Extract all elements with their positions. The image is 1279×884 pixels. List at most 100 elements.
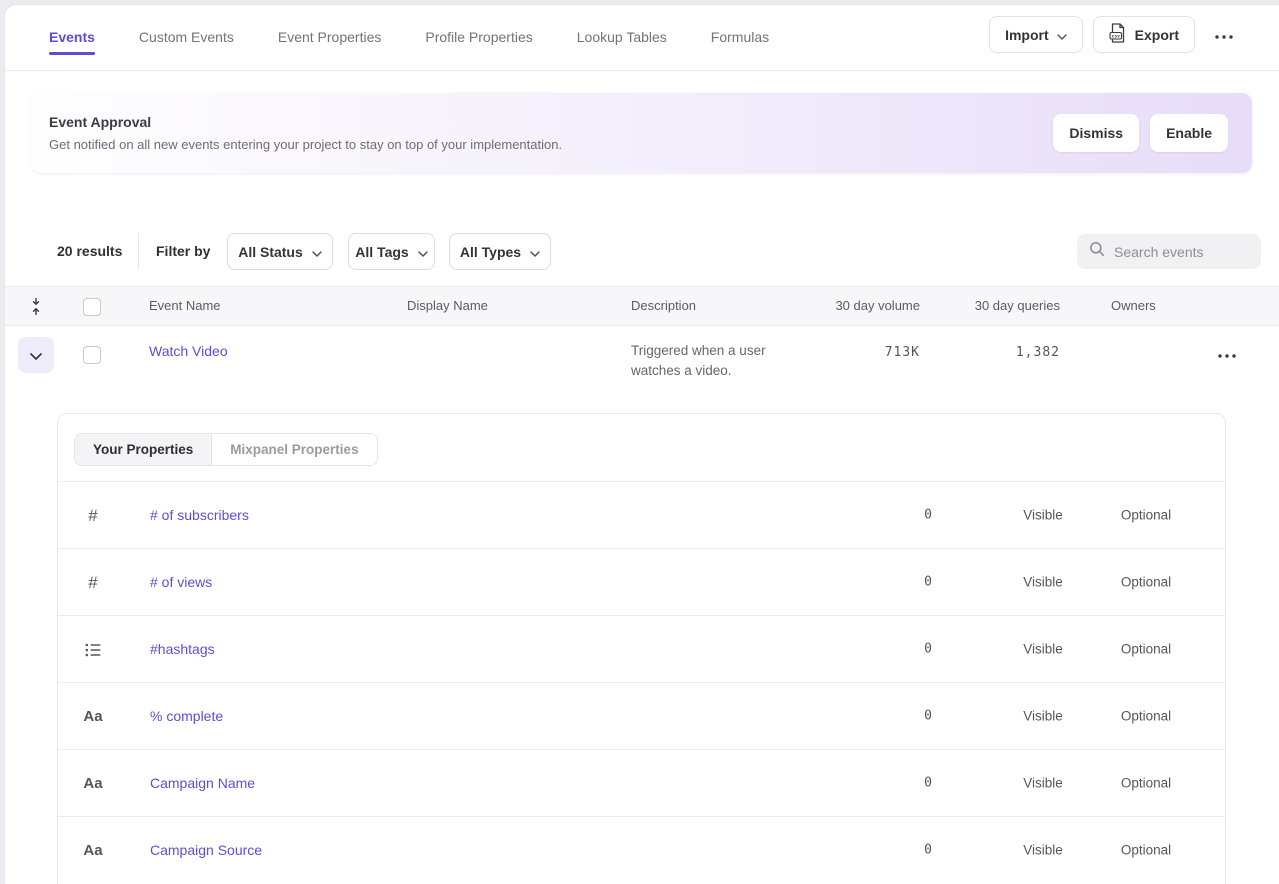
event-volume-value: 713K — [885, 345, 920, 360]
filter-bar: 20 results Filter by All Status All Tags… — [5, 233, 1279, 270]
property-requirement[interactable]: Optional — [1116, 843, 1176, 858]
column-30-day-volume: 30 day volume — [835, 287, 920, 325]
chevron-down-icon — [312, 244, 322, 260]
lexicon-tabs: Events Custom Events Event Properties Pr… — [49, 29, 769, 55]
property-visibility[interactable]: Visible — [1013, 575, 1073, 590]
property-requirement[interactable]: Optional — [1116, 575, 1176, 590]
property-queries: 0 — [924, 776, 933, 791]
collapse-all-icon[interactable] — [30, 298, 42, 315]
tab-your-properties[interactable]: Your Properties — [75, 434, 212, 465]
column-owners: Owners — [1111, 287, 1156, 325]
ellipsis-icon — [1218, 346, 1236, 361]
property-queries: 0 — [924, 709, 933, 724]
tab-profile-properties[interactable]: Profile Properties — [425, 29, 532, 55]
property-visibility[interactable]: Visible — [1013, 776, 1073, 791]
tab-lookup-tables[interactable]: Lookup Tables — [577, 29, 667, 55]
types-filter-dropdown[interactable]: All Types — [449, 233, 551, 270]
property-visibility[interactable]: Visible — [1013, 642, 1073, 657]
list-type-icon — [81, 616, 105, 683]
tags-filter-dropdown[interactable]: All Tags — [348, 233, 435, 270]
tab-event-properties-label: Event Properties — [278, 29, 382, 45]
tab-formulas[interactable]: Formulas — [711, 29, 769, 55]
text-type-icon: Aa — [81, 683, 105, 750]
ellipsis-icon — [1215, 27, 1233, 42]
tab-event-properties[interactable]: Event Properties — [278, 29, 382, 55]
tab-custom-events[interactable]: Custom Events — [139, 29, 234, 55]
property-queries: 0 — [924, 843, 933, 858]
property-visibility[interactable]: Visible — [1013, 709, 1073, 724]
tab-custom-events-label: Custom Events — [139, 29, 234, 45]
search-input[interactable] — [1114, 244, 1244, 260]
types-filter-label: All Types — [460, 244, 521, 260]
collapse-row-button[interactable] — [18, 337, 54, 373]
results-count: 20 results — [57, 233, 122, 270]
event-description-line2: watches a video. — [631, 361, 766, 381]
property-requirement[interactable]: Optional — [1116, 709, 1176, 724]
chevron-down-icon — [418, 244, 428, 260]
row-more-options-button[interactable] — [1214, 342, 1240, 365]
property-queries: 0 — [924, 575, 933, 590]
more-options-button[interactable] — [1211, 23, 1237, 46]
tab-formulas-label: Formulas — [711, 29, 769, 45]
event-queries-value: 1,382 — [1016, 345, 1060, 360]
chevron-down-icon — [1057, 27, 1067, 43]
dismiss-button[interactable]: Dismiss — [1053, 114, 1139, 152]
divider — [138, 233, 139, 270]
property-row: Aa Campaign Source 0 Visible Optional — [58, 816, 1225, 883]
event-properties-card: Your Properties Mixpanel Properties # # … — [57, 413, 1226, 884]
tags-filter-label: All Tags — [355, 244, 408, 260]
property-name-link[interactable]: # of views — [150, 574, 212, 590]
property-name-link[interactable]: Campaign Source — [150, 842, 262, 858]
property-name-link[interactable]: # of subscribers — [150, 507, 249, 523]
event-row-watch-video: Watch Video Triggered when a user watche… — [5, 326, 1279, 413]
event-description: Triggered when a user watches a video. — [631, 341, 766, 381]
banner-actions: Dismiss Enable — [1053, 114, 1228, 152]
column-event-name: Event Name — [149, 287, 221, 325]
search-box — [1077, 234, 1261, 269]
number-type-icon: # — [81, 482, 105, 549]
property-requirement[interactable]: Optional — [1116, 508, 1176, 523]
number-type-icon: # — [81, 549, 105, 616]
events-table-header: Event Name Display Name Description 30 d… — [5, 286, 1279, 326]
event-description-line1: Triggered when a user — [631, 341, 766, 361]
top-controls: Import csv Export — [989, 16, 1237, 53]
import-button-label: Import — [1005, 27, 1049, 43]
event-name-link[interactable]: Watch Video — [149, 343, 228, 359]
property-row: # # of views 0 Visible Optional — [58, 548, 1225, 615]
property-name-link[interactable]: #hashtags — [150, 641, 215, 657]
text-type-icon: Aa — [81, 750, 105, 817]
chevron-down-icon — [530, 244, 540, 260]
tab-events[interactable]: Events — [49, 29, 95, 55]
app-panel: Events Custom Events Event Properties Pr… — [4, 4, 1279, 884]
search-icon — [1089, 241, 1105, 262]
property-name-link[interactable]: % complete — [150, 708, 223, 724]
property-requirement[interactable]: Optional — [1116, 642, 1176, 657]
tab-mixpanel-properties[interactable]: Mixpanel Properties — [212, 434, 376, 465]
top-nav-bar: Events Custom Events Event Properties Pr… — [5, 5, 1279, 71]
column-description: Description — [631, 287, 696, 325]
status-filter-dropdown[interactable]: All Status — [227, 233, 333, 270]
column-30-day-queries: 30 day queries — [975, 287, 1060, 325]
select-all-checkbox[interactable] — [83, 298, 101, 316]
enable-button[interactable]: Enable — [1150, 114, 1228, 152]
property-visibility[interactable]: Visible — [1013, 508, 1073, 523]
property-row: #hashtags 0 Visible Optional — [58, 615, 1225, 682]
csv-file-icon: csv — [1109, 23, 1127, 46]
filter-by-label: Filter by — [156, 233, 210, 270]
status-filter-label: All Status — [238, 244, 303, 260]
tab-lookup-tables-label: Lookup Tables — [577, 29, 667, 45]
column-display-name: Display Name — [407, 287, 488, 325]
property-visibility[interactable]: Visible — [1013, 843, 1073, 858]
property-queries: 0 — [924, 642, 933, 657]
property-name-link[interactable]: Campaign Name — [150, 775, 255, 791]
export-button[interactable]: csv Export — [1093, 16, 1195, 53]
tab-profile-properties-label: Profile Properties — [425, 29, 532, 45]
property-row: # # of subscribers 0 Visible Optional — [58, 481, 1225, 548]
export-button-label: Export — [1135, 27, 1179, 43]
active-tab-underline — [49, 52, 95, 55]
row-checkbox[interactable] — [83, 346, 101, 364]
properties-tab-switcher: Your Properties Mixpanel Properties — [74, 433, 378, 466]
property-requirement[interactable]: Optional — [1116, 776, 1176, 791]
import-button[interactable]: Import — [989, 16, 1083, 53]
text-type-icon: Aa — [81, 817, 105, 884]
